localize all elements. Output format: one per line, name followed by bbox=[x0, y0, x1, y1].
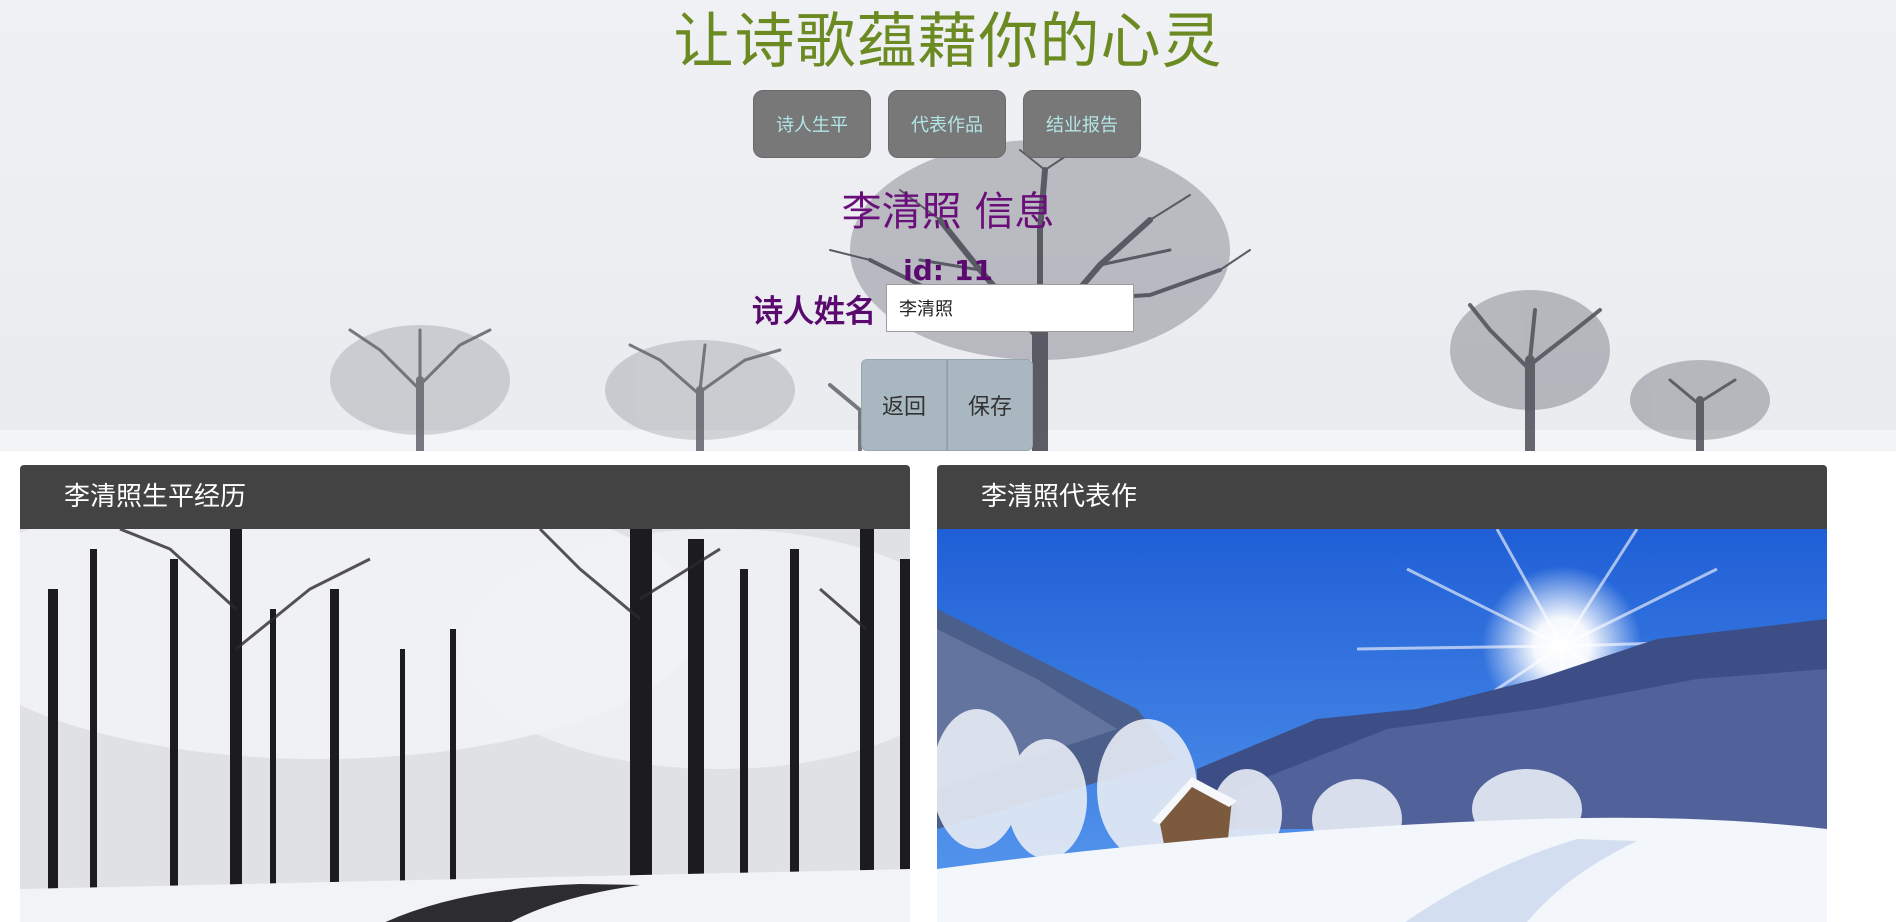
save-button[interactable]: 保存 bbox=[947, 359, 1033, 451]
back-button[interactable]: 返回 bbox=[861, 359, 947, 451]
poet-info-heading: 李清照 信息 bbox=[841, 189, 1055, 235]
poet-name-row: 诗人姓名 bbox=[752, 283, 1134, 333]
nav-button-poet-life[interactable]: 诗人生平 bbox=[753, 90, 871, 158]
poet-name-label: 诗人姓名 bbox=[752, 293, 876, 330]
site-title: 让诗歌蕴藉你的心灵 bbox=[673, 7, 1223, 77]
card-title: 李清照生平经历 bbox=[20, 465, 910, 529]
page: 让诗歌蕴藉你的心灵 诗人生平 代表作品 结业报告 李清照 信息 id: 11 诗人… bbox=[0, 0, 1896, 922]
card-poet-works[interactable]: 李清照代表作 bbox=[937, 465, 1827, 922]
main-nav: 诗人生平 代表作品 结业报告 bbox=[753, 90, 1141, 158]
card-poet-biography[interactable]: 李清照生平经历 bbox=[20, 465, 910, 922]
poet-name-input[interactable] bbox=[886, 284, 1134, 332]
card-title: 李清照代表作 bbox=[937, 465, 1827, 529]
nav-button-graduation-report[interactable]: 结业报告 bbox=[1023, 90, 1141, 158]
snowy-mountain-sunburst-image bbox=[937, 529, 1827, 922]
nav-button-representative-works[interactable]: 代表作品 bbox=[888, 90, 1006, 158]
hero-section: 让诗歌蕴藉你的心灵 诗人生平 代表作品 结业报告 李清照 信息 id: 11 诗人… bbox=[0, 0, 1896, 451]
snowy-forest-road-image bbox=[20, 529, 910, 922]
form-actions: 返回 保存 bbox=[861, 359, 1033, 451]
